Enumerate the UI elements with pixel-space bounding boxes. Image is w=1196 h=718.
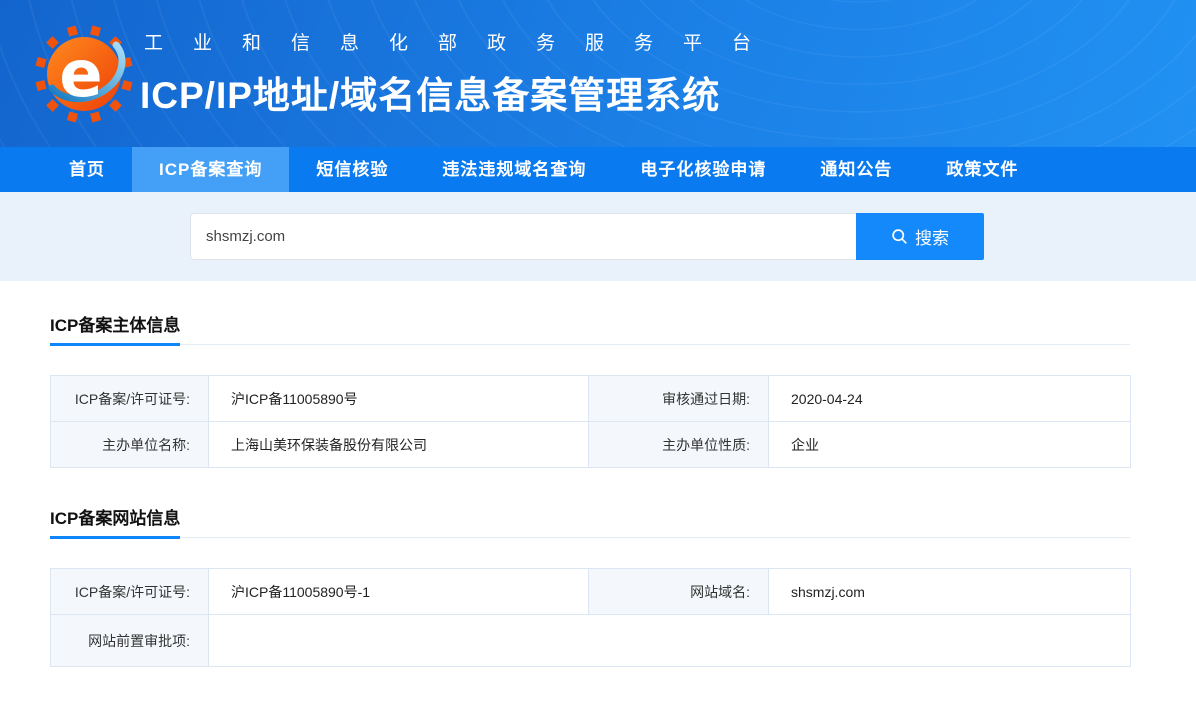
- subject-info-table: ICP备案/许可证号: 沪ICP备11005890号 审核通过日期: 2020-…: [50, 375, 1131, 468]
- field-value: 企业: [769, 422, 1131, 468]
- nav-item-home[interactable]: 首页: [42, 147, 132, 192]
- website-info-table: ICP备案/许可证号: 沪ICP备11005890号-1 网站域名: shsmz…: [50, 568, 1131, 667]
- field-label: 网站前置审批项:: [51, 615, 209, 667]
- nav-item-sms-verify[interactable]: 短信核验: [289, 147, 415, 192]
- field-label: 网站域名:: [589, 569, 769, 615]
- table-row: ICP备案/许可证号: 沪ICP备11005890号 审核通过日期: 2020-…: [51, 376, 1131, 422]
- nav-item-policy-docs[interactable]: 政策文件: [919, 147, 1045, 192]
- field-label: 审核通过日期:: [589, 376, 769, 422]
- gear-e-logo: e: [34, 24, 134, 124]
- search-icon: [891, 228, 908, 245]
- site-header: e 工业和信息化部政务服务平台 ICP/IP地址/域名信息备案管理系统: [0, 0, 1196, 147]
- field-value: shsmzj.com: [769, 569, 1131, 615]
- svg-text:e: e: [59, 38, 102, 112]
- subject-info-section: ICP备案主体信息 ICP备案/许可证号: 沪ICP备11005890号 审核通…: [50, 317, 1130, 468]
- table-row: 网站前置审批项:: [51, 615, 1131, 667]
- nav-item-e-verification-apply[interactable]: 电子化核验申请: [613, 147, 793, 192]
- section-title-subject: ICP备案主体信息: [50, 317, 180, 346]
- page-title: ICP/IP地址/域名信息备案管理系统: [140, 65, 781, 119]
- search-button[interactable]: 搜索: [856, 213, 984, 260]
- field-label: ICP备案/许可证号:: [51, 569, 209, 615]
- table-row: ICP备案/许可证号: 沪ICP备11005890号-1 网站域名: shsmz…: [51, 569, 1131, 615]
- website-info-section: ICP备案网站信息 ICP备案/许可证号: 沪ICP备11005890号-1 网…: [50, 510, 1130, 667]
- field-value: [209, 615, 1131, 667]
- section-title-website: ICP备案网站信息: [50, 510, 180, 539]
- search-band: 搜索: [0, 192, 1196, 281]
- field-label: 主办单位性质:: [589, 422, 769, 468]
- main-nav: 首页 ICP备案查询 短信核验 违法违规域名查询 电子化核验申请 通知公告 政策…: [0, 147, 1196, 192]
- section-head: ICP备案网站信息: [50, 510, 1130, 538]
- field-label: 主办单位名称:: [51, 422, 209, 468]
- field-value: 沪ICP备11005890号-1: [209, 569, 589, 615]
- field-value: 上海山美环保装备股份有限公司: [209, 422, 589, 468]
- field-value: 沪ICP备11005890号: [209, 376, 589, 422]
- nav-item-icp-query[interactable]: ICP备案查询: [132, 147, 289, 192]
- table-row: 主办单位名称: 上海山美环保装备股份有限公司 主办单位性质: 企业: [51, 422, 1131, 468]
- platform-subtitle: 工业和信息化部政务服务平台: [144, 28, 781, 55]
- search-button-label: 搜索: [915, 224, 949, 249]
- field-value: 2020-04-24: [769, 376, 1131, 422]
- section-head: ICP备案主体信息: [50, 317, 1130, 345]
- search-input[interactable]: [190, 213, 856, 260]
- nav-item-illegal-domain-query[interactable]: 违法违规域名查询: [415, 147, 613, 192]
- content-area: ICP备案主体信息 ICP备案/许可证号: 沪ICP备11005890号 审核通…: [50, 317, 1130, 667]
- field-label: ICP备案/许可证号:: [51, 376, 209, 422]
- nav-item-notices[interactable]: 通知公告: [793, 147, 919, 192]
